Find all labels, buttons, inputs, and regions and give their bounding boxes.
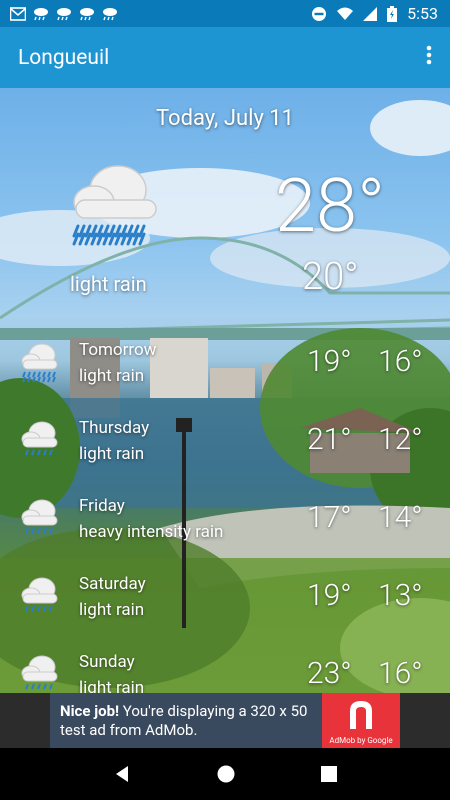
recents-icon[interactable] xyxy=(320,765,338,783)
page-title: Longueuil xyxy=(18,45,110,70)
wifi-icon xyxy=(337,7,354,20)
forecast-high: 17° xyxy=(307,500,352,535)
system-nav-bar xyxy=(0,748,450,800)
ad-headline: Nice job! xyxy=(60,701,120,720)
ad-banner[interactable]: Nice job! You're displaying a 320 x 50 t… xyxy=(50,693,400,748)
forecast-condition: light rain xyxy=(79,678,145,693)
battery-icon xyxy=(387,5,398,22)
rain-icon xyxy=(34,7,48,20)
forecast-low: 14° xyxy=(378,500,423,535)
rain-cloud-icon xyxy=(21,343,58,383)
forecast-high: 19° xyxy=(307,578,352,613)
forecast-row[interactable]: Sunday light rain 23° 16° xyxy=(0,650,450,693)
more-vert-icon[interactable] xyxy=(426,45,450,70)
rain-icon xyxy=(57,7,71,20)
rain-cloud-icon xyxy=(21,421,58,456)
admob-icon xyxy=(350,701,372,729)
back-icon[interactable] xyxy=(112,764,132,784)
forecast-row[interactable]: Thursday light rain 21° 12° xyxy=(0,416,450,480)
rain-cloud-icon xyxy=(72,165,157,246)
forecast-day: Sunday xyxy=(79,652,135,672)
admob-logo: AdMob by Google xyxy=(322,693,400,748)
forecast-row[interactable]: Friday heavy intensity rain 17° 14° xyxy=(0,494,450,558)
app-bar: Longueuil xyxy=(0,27,450,88)
rain-cloud-icon xyxy=(21,577,58,612)
today-condition: light rain xyxy=(70,272,147,296)
rain-cloud-icon xyxy=(21,655,58,690)
forecast-high: 19° xyxy=(307,344,352,379)
forecast-low: 13° xyxy=(378,578,423,613)
forecast-condition: light rain xyxy=(79,444,145,464)
today-date: Today, July 11 xyxy=(155,106,295,131)
forecast-low: 12° xyxy=(378,422,423,457)
forecast-day: Saturday xyxy=(79,574,146,594)
ad-banner-container: Nice job! You're displaying a 320 x 50 t… xyxy=(0,693,450,748)
do-not-disturb-icon xyxy=(312,6,327,21)
forecast-day: Friday xyxy=(79,496,125,516)
forecast-condition: light rain xyxy=(79,600,145,620)
home-icon[interactable] xyxy=(216,764,236,784)
notification-icons xyxy=(0,6,118,21)
forecast-high: 23° xyxy=(307,656,352,691)
rain-icon xyxy=(103,7,117,20)
forecast-row[interactable]: Saturday light rain 19° 13° xyxy=(0,572,450,636)
forecast-day: Thursday xyxy=(79,418,150,438)
rain-cloud-icon xyxy=(21,499,58,534)
forecast-high: 21° xyxy=(307,422,352,457)
forecast-day: Tomorrow xyxy=(79,340,157,360)
forecast-condition: light rain xyxy=(79,366,145,386)
gmail-icon xyxy=(10,6,26,21)
forecast-row[interactable]: Tomorrow light rain 19° 16° xyxy=(0,338,450,402)
rain-icon xyxy=(80,7,94,20)
current-temp: 28° xyxy=(275,163,386,250)
forecast-low: 16° xyxy=(378,344,423,379)
status-bar: 5:53 xyxy=(0,0,450,27)
forecast-low: 16° xyxy=(378,656,423,691)
today-low-temp: 20° xyxy=(302,255,359,299)
forecast-condition: heavy intensity rain xyxy=(79,522,224,542)
weather-content: Today, July 11 28° 20° light rain Tomorr… xyxy=(0,88,450,693)
signal-icon xyxy=(363,6,378,21)
admob-label: AdMob by Google xyxy=(329,736,393,745)
clock: 5:53 xyxy=(407,4,438,23)
ad-text: Nice job! You're displaying a 320 x 50 t… xyxy=(50,702,322,740)
